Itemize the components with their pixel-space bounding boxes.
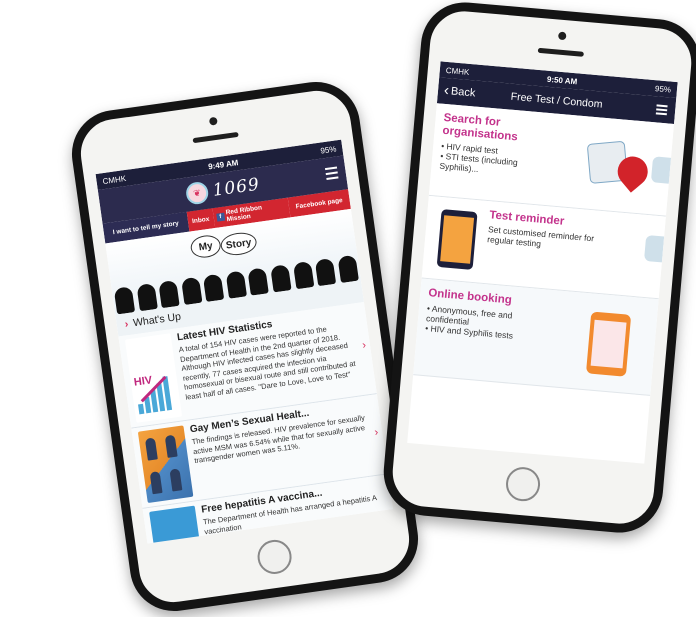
right-phone: CMHK 9:50 AM 95% ‹ Back Free Test / Cond…	[380, 0, 696, 537]
left-screen: CMHK 9:49 AM 95% ❦ 1069 I want to tell m…	[95, 139, 394, 544]
section-title-text: What's Up	[132, 310, 182, 330]
earpiece-speaker	[537, 47, 584, 57]
chevron-right-icon: ›	[361, 339, 367, 352]
status-time: 9:50 AM	[546, 74, 578, 86]
scroll-tab	[643, 234, 665, 263]
hiv-chart-thumbnail: HIV	[124, 333, 183, 423]
carrier-label: CMHK	[101, 173, 127, 186]
ribbon-logo-icon: ❦	[184, 180, 210, 206]
phone-reminder-illustration	[428, 204, 486, 274]
battery-label: 95%	[654, 83, 672, 95]
right-screen: CMHK 9:50 AM 95% ‹ Back Free Test / Cond…	[407, 61, 678, 464]
chevron-right-icon: ›	[123, 318, 130, 331]
chevron-right-icon: ›	[373, 426, 380, 439]
online-booking-card[interactable]: Online booking Anonymous, free and confi…	[413, 278, 659, 396]
thumb-hiv-label: HIV	[133, 374, 153, 389]
app-logo[interactable]: ❦ 1069	[184, 173, 262, 206]
speech-bubble-story: Story	[219, 230, 259, 258]
left-phone: CMHK 9:49 AM 95% ❦ 1069 I want to tell m…	[66, 76, 424, 617]
condom-blood-drop-illustration	[586, 139, 661, 201]
logo-text: 1069	[211, 174, 262, 201]
front-camera	[208, 116, 218, 126]
scroll-tab	[650, 156, 672, 184]
front-camera	[557, 31, 567, 41]
booking-phone-illustration	[580, 307, 644, 382]
people-photo-thumbnail	[137, 425, 194, 504]
battery-label: 95%	[319, 143, 337, 156]
speech-bubble-my: My	[189, 233, 223, 260]
vaccine-thumbnail	[149, 505, 201, 544]
home-button[interactable]	[255, 537, 294, 577]
status-time: 9:49 AM	[207, 157, 239, 171]
facebook-icon: f	[216, 212, 225, 222]
earpiece-speaker	[192, 131, 239, 144]
hamburger-menu-icon[interactable]	[655, 104, 668, 117]
carrier-label: CMHK	[445, 65, 470, 77]
home-button[interactable]	[504, 465, 542, 503]
hamburger-menu-icon[interactable]	[324, 166, 339, 181]
